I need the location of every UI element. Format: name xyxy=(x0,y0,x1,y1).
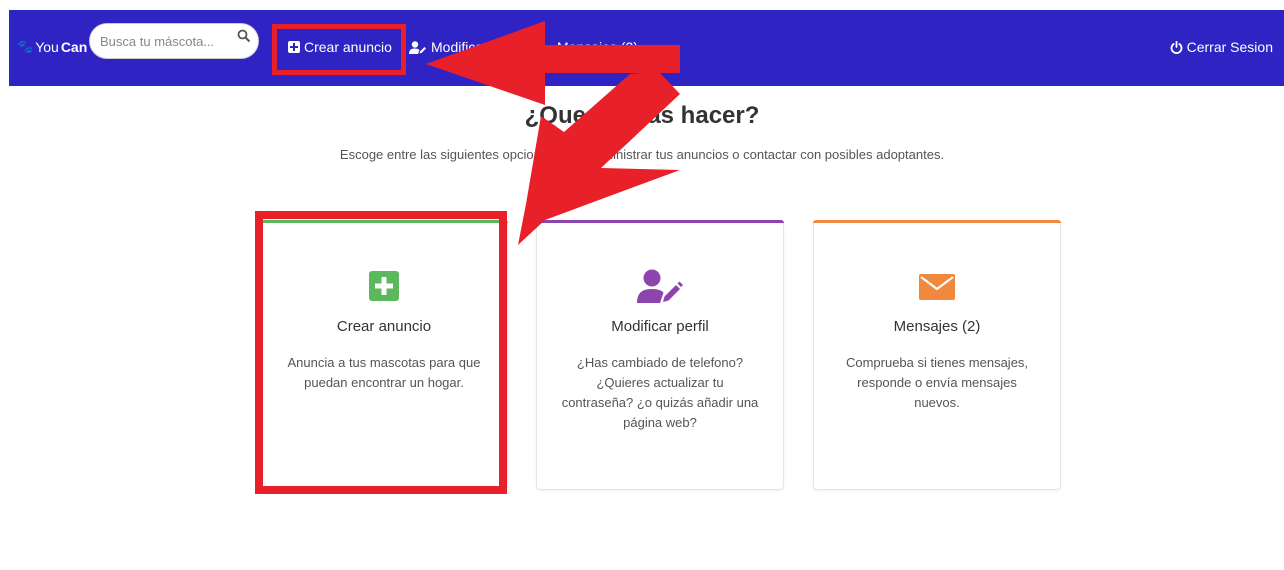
power-icon xyxy=(1170,40,1182,54)
page-subtitle: Escoge entre las siguientes opciones par… xyxy=(339,147,945,162)
card-accent-bar xyxy=(813,220,1061,223)
brand-text-you: You xyxy=(35,39,59,55)
nav-modify-profile[interactable]: Modificar xyxy=(409,39,488,55)
card-modify-profile[interactable]: Modificar perfil ¿Has cambiado de telefo… xyxy=(536,220,784,490)
search-input[interactable] xyxy=(89,23,259,59)
card-description: ¿Has cambiado de telefono? ¿Quieres actu… xyxy=(561,355,759,430)
user-edit-icon xyxy=(637,269,683,303)
card-description: Comprueba si tienes mensajes, responde o… xyxy=(845,355,1029,410)
search-icon[interactable] xyxy=(237,29,251,43)
brand-logo[interactable]: 🐾 You Can xyxy=(17,39,87,55)
nav-messages-label: Mensajes (2) xyxy=(557,39,638,55)
nav-messages[interactable]: Mensajes (2) xyxy=(557,39,638,55)
page-title: ¿Que deseas hacer? xyxy=(524,102,760,129)
card-messages[interactable]: Mensajes (2) Comprueba si tienes mensaje… xyxy=(813,220,1061,490)
nav-logout[interactable]: Cerrar Sesion xyxy=(1170,39,1273,55)
envelope-icon xyxy=(919,274,955,300)
card-accent-bar xyxy=(536,220,784,223)
highlight-box-card xyxy=(255,211,507,494)
paw-icon: 🐾 xyxy=(17,39,34,54)
nav-modify-profile-label: Modificar xyxy=(431,39,488,55)
search-box xyxy=(89,23,259,59)
card-title: Modificar perfil xyxy=(611,318,709,335)
highlight-box-nav xyxy=(272,24,406,75)
user-edit-icon xyxy=(409,40,426,54)
card-title: Mensajes (2) xyxy=(893,318,981,335)
brand-text-can: Can xyxy=(60,39,88,55)
left-margin xyxy=(0,0,9,570)
navbar: 🐾 YouCan Crear anuncio Modificar Mensaje… xyxy=(9,10,1284,86)
nav-logout-label: Cerrar Sesion xyxy=(1186,39,1273,55)
